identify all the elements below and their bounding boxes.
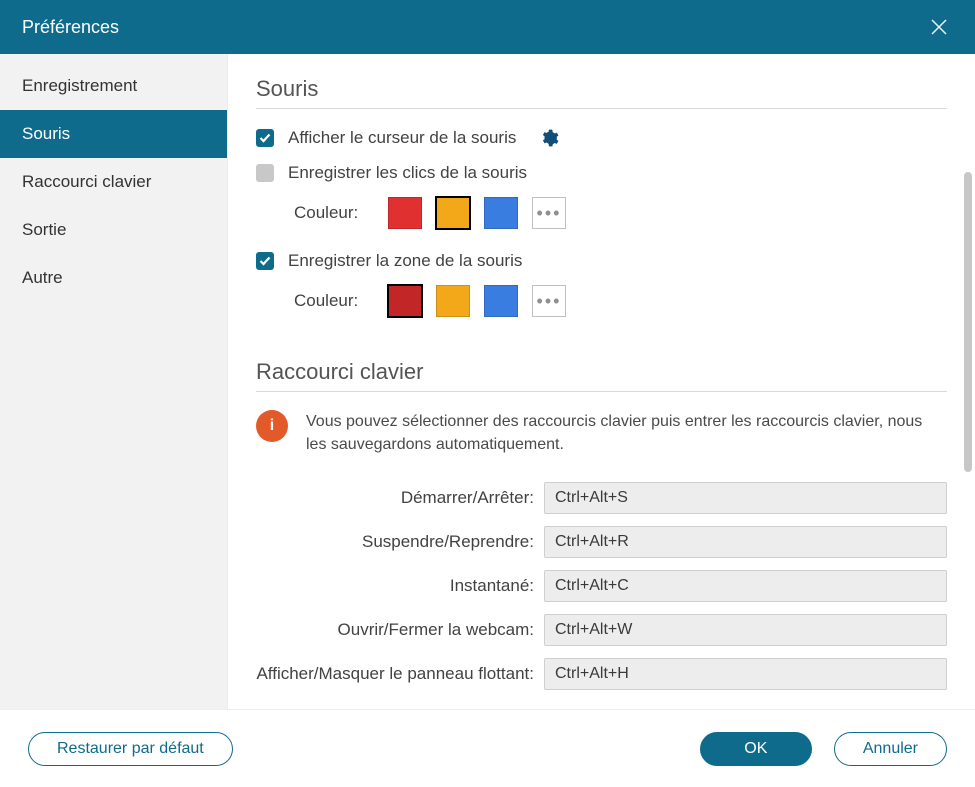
shortcut-row-pause-resume: Suspendre/Reprendre:: [256, 526, 947, 558]
close-button[interactable]: [925, 13, 953, 41]
checkbox-show-cursor[interactable]: [256, 129, 274, 147]
checkbox-record-clicks[interactable]: [256, 164, 274, 182]
shortcut-label: Instantané:: [256, 576, 544, 596]
row-record-clicks: Enregistrer les clics de la souris: [256, 163, 947, 183]
click-color-row: Couleur: •••: [294, 197, 947, 229]
sidebar-item-enregistrement[interactable]: Enregistrement: [0, 62, 227, 110]
preferences-dialog: Préférences Enregistrement Souris Raccou…: [0, 0, 975, 787]
shortcut-input-floating-panel[interactable]: [544, 658, 947, 690]
info-text: Vous pouvez sélectionner des raccourcis …: [306, 410, 947, 456]
workspace: Enregistrement Souris Raccourci clavier …: [0, 54, 975, 709]
area-color-more[interactable]: •••: [532, 285, 566, 317]
shortcut-row-webcam: Ouvrir/Fermer la webcam:: [256, 614, 947, 646]
checkbox-record-area[interactable]: [256, 252, 274, 270]
shortcut-label: Suspendre/Reprendre:: [256, 532, 544, 552]
sidebar-item-sortie[interactable]: Sortie: [0, 206, 227, 254]
shortcut-input-pause-resume[interactable]: [544, 526, 947, 558]
shortcut-input-snapshot[interactable]: [544, 570, 947, 602]
area-color-orange[interactable]: [436, 285, 470, 317]
info-box: i Vous pouvez sélectionner des raccourci…: [256, 410, 947, 456]
footer: Restaurer par défaut OK Annuler: [0, 709, 975, 787]
shortcut-label: Ouvrir/Fermer la webcam:: [256, 620, 544, 640]
label-show-cursor: Afficher le curseur de la souris: [288, 128, 516, 148]
label-record-area: Enregistrer la zone de la souris: [288, 251, 522, 271]
restore-defaults-button[interactable]: Restaurer par défaut: [28, 732, 233, 766]
sidebar-item-autre[interactable]: Autre: [0, 254, 227, 302]
area-color-label: Couleur:: [294, 291, 382, 311]
gear-icon: [539, 128, 559, 148]
shortcut-row-floating-panel: Afficher/Masquer le panneau flottant:: [256, 658, 947, 690]
shortcut-row-snapshot: Instantané:: [256, 570, 947, 602]
check-icon: [259, 256, 271, 266]
area-color-red[interactable]: [388, 285, 422, 317]
area-color-blue[interactable]: [484, 285, 518, 317]
click-color-orange[interactable]: [436, 197, 470, 229]
scrollbar-thumb[interactable]: [964, 172, 972, 472]
area-color-row: Couleur: •••: [294, 285, 947, 317]
click-color-more[interactable]: •••: [532, 197, 566, 229]
shortcut-input-webcam[interactable]: [544, 614, 947, 646]
section-heading-raccourci: Raccourci clavier: [256, 359, 947, 392]
titlebar-title: Préférences: [22, 17, 119, 38]
sidebar-item-raccourci[interactable]: Raccourci clavier: [0, 158, 227, 206]
cursor-settings-button[interactable]: [538, 127, 560, 149]
content-panel: Souris Afficher le curseur de la souris …: [228, 54, 975, 709]
label-record-clicks: Enregistrer les clics de la souris: [288, 163, 527, 183]
section-heading-souris: Souris: [256, 76, 947, 109]
shortcut-label: Afficher/Masquer le panneau flottant:: [256, 664, 544, 684]
ok-button[interactable]: OK: [700, 732, 812, 766]
shortcut-input-start-stop[interactable]: [544, 482, 947, 514]
row-show-cursor: Afficher le curseur de la souris: [256, 127, 947, 149]
row-record-area: Enregistrer la zone de la souris: [256, 251, 947, 271]
click-color-blue[interactable]: [484, 197, 518, 229]
close-icon: [930, 18, 948, 36]
click-color-label: Couleur:: [294, 203, 382, 223]
shortcut-row-start-stop: Démarrer/Arrêter:: [256, 482, 947, 514]
sidebar: Enregistrement Souris Raccourci clavier …: [0, 54, 228, 709]
info-icon: i: [256, 410, 288, 442]
click-color-red[interactable]: [388, 197, 422, 229]
check-icon: [259, 133, 271, 143]
cancel-button[interactable]: Annuler: [834, 732, 947, 766]
shortcut-label: Démarrer/Arrêter:: [256, 488, 544, 508]
sidebar-item-souris[interactable]: Souris: [0, 110, 227, 158]
titlebar: Préférences: [0, 0, 975, 54]
